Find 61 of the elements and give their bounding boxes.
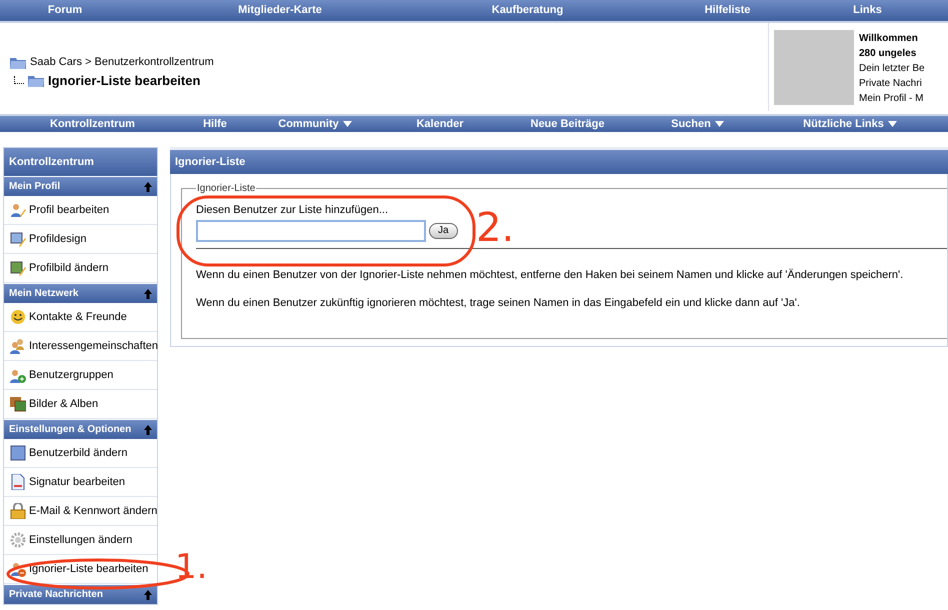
up-arrow-icon (144, 288, 152, 298)
help-text: Wenn du einen Benutzer von der Ignorier-Liste nehmen möchtest, entferne den Haken bei seinem Namen und klicke auf 'Änderungen speichern'. (196, 268, 904, 282)
welcome-text: 280 ungeles (859, 47, 918, 61)
sidebar-item[interactable]: Benutzerbild ändern (4, 439, 157, 468)
sidebar-item[interactable]: Profildesign (4, 225, 157, 254)
welcome-text: Private Nachri (859, 77, 923, 91)
ja-button[interactable]: Ja (429, 222, 458, 238)
annotation-number: 2. (476, 208, 514, 248)
sidebar-item[interactable]: Interessengemeinschaften (4, 332, 157, 361)
field-label: Diesen Benutzer zur Liste hinzufügen... (196, 203, 388, 218)
nav-link[interactable]: Nützliche Links (803, 116, 897, 132)
sidebar-item[interactable]: Signatur bearbeiten (4, 468, 157, 497)
picture-pencil-icon (10, 260, 26, 276)
avatar-square-icon (10, 445, 26, 461)
up-arrow-icon (144, 182, 152, 192)
users-icon (10, 338, 26, 354)
sidebar-item[interactable]: Kontakte & Freunde (4, 303, 157, 332)
sidebar-item[interactable]: Profil bearbeiten (4, 196, 157, 225)
nav-link[interactable]: Hilfe (203, 116, 227, 132)
breadcrumb-link[interactable]: Saab Cars > Benutzerkontrollzentrum (30, 54, 214, 70)
welcome-text: Willkommen (859, 32, 919, 46)
user-remove-icon (10, 561, 26, 577)
nav-link[interactable]: Community (278, 116, 352, 132)
nav-link[interactable]: Hilfeliste (704, 2, 750, 19)
nav-link[interactable]: Links (853, 2, 882, 19)
page-title: Ignorier-Liste bearbeiten (48, 72, 200, 90)
nav-link[interactable]: Forum (48, 2, 82, 19)
up-arrow-icon (144, 590, 152, 600)
up-arrow-icon (144, 424, 152, 434)
fieldset-legend: Ignorier-Liste (196, 181, 256, 196)
welcome-text: Mein Profil - M (859, 92, 924, 106)
sidebar-section-header[interactable]: Einstellungen & Optionen (4, 419, 157, 439)
user-pencil-icon (10, 202, 26, 218)
sidebar-item[interactable]: E-Mail & Kennwort ändern (4, 497, 157, 526)
panel-header: Ignorier-Liste (170, 147, 948, 174)
sidebar-item[interactable]: Benutzergruppen (4, 361, 157, 390)
nav-link[interactable]: Neue Beiträge (530, 116, 604, 132)
lock-icon (10, 503, 26, 519)
nav-link[interactable]: Kaufberatung (492, 2, 564, 19)
welcome-text: Dein letzter Be (859, 62, 925, 76)
gear-icon (10, 532, 26, 548)
help-text: Wenn du einen Benutzer zukünftig ignorieren möchtest, trage seinen Namen in das Eingabefeld ein und klicke dann auf 'Ja'. (196, 296, 801, 311)
group-add-icon (10, 367, 26, 383)
sidebar-section-header[interactable]: Mein Netzwerk (4, 283, 157, 303)
photo-album-icon (10, 396, 26, 412)
folder-icon (28, 73, 44, 88)
document-icon (10, 474, 26, 490)
smiley-icon (10, 309, 26, 325)
nav-link[interactable]: Suchen (671, 116, 724, 132)
nav-link[interactable]: Mitglieder-Karte (238, 2, 322, 19)
design-pencil-icon (10, 231, 26, 247)
sidebar-item[interactable]: Einstellungen ändern (4, 526, 157, 555)
nav-link[interactable]: Kalender (416, 116, 464, 132)
folder-icon (10, 55, 26, 70)
sidebar-title: Kontrollzentrum (4, 148, 157, 176)
sidebar-section-header[interactable]: Mein Profil (4, 176, 157, 196)
username-input-field[interactable] (196, 220, 426, 242)
nav-link[interactable]: Kontrollzentrum (50, 116, 135, 132)
caret-icon (714, 121, 724, 128)
caret-icon (342, 121, 352, 128)
caret-icon (888, 121, 897, 128)
